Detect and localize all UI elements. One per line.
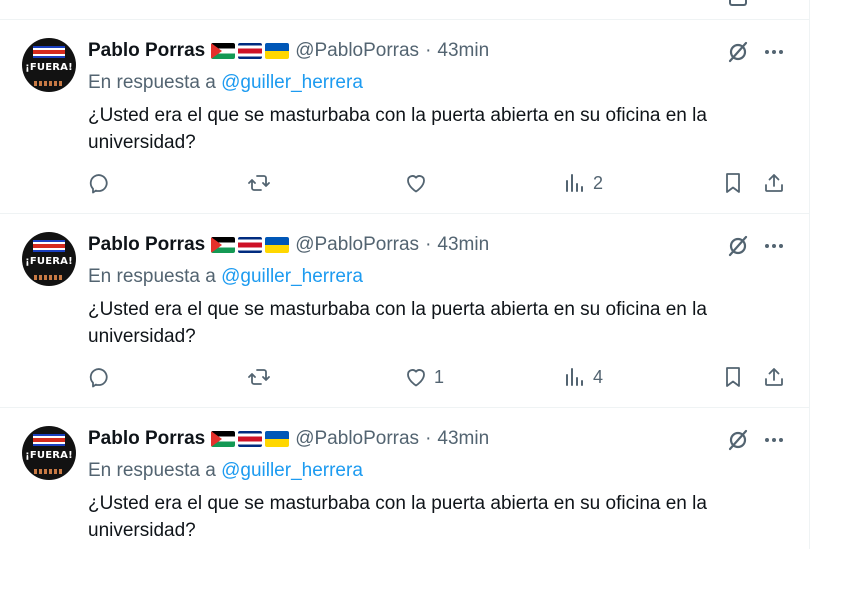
tweet-text: ¿Usted era el que se masturbaba con la p… bbox=[88, 299, 707, 347]
bookmark-button[interactable] bbox=[721, 170, 745, 196]
ukraine-flag-icon bbox=[265, 431, 290, 447]
share-button[interactable] bbox=[762, 364, 786, 390]
timestamp[interactable]: 43min bbox=[437, 428, 489, 450]
bookmark-button[interactable] bbox=[721, 364, 745, 390]
reply-context: En respuesta a @guiller_herrera bbox=[88, 266, 363, 288]
reply-prefix: En respuesta a bbox=[88, 72, 216, 93]
heart-icon bbox=[407, 369, 425, 387]
separator: · bbox=[425, 428, 432, 449]
share-icon[interactable] bbox=[729, 0, 747, 6]
tweet-header: Pablo Porras @PabloPorras · 43min bbox=[88, 40, 489, 62]
reply-mention-link[interactable]: @guiller_herrera bbox=[221, 460, 363, 481]
views-icon bbox=[566, 368, 583, 386]
like-button[interactable] bbox=[404, 170, 428, 196]
author-handle[interactable]: @PabloPorras bbox=[295, 234, 419, 256]
grok-icon[interactable] bbox=[726, 234, 750, 258]
separator: · bbox=[425, 234, 432, 255]
like-button[interactable]: 1 bbox=[404, 364, 444, 390]
likes-count: 1 bbox=[434, 366, 445, 387]
more-options-icon[interactable] bbox=[762, 42, 786, 62]
separator: · bbox=[425, 40, 432, 61]
palestine-flag-icon bbox=[211, 431, 236, 447]
bookmark-icon bbox=[726, 173, 740, 193]
tweet[interactable]: ¡FUERA! Pablo Porras @PabloPorras · 43mi… bbox=[0, 214, 809, 408]
author-handle[interactable]: @PabloPorras bbox=[295, 428, 419, 450]
previous-tweet-partial bbox=[0, 0, 809, 20]
views-count: 2 bbox=[593, 172, 604, 193]
right-sidebar bbox=[810, 0, 853, 549]
costa-rica-flag-icon bbox=[238, 431, 263, 447]
reply-icon bbox=[89, 174, 108, 194]
reply-prefix: En respuesta a bbox=[88, 266, 216, 287]
tweet-header: Pablo Porras @PabloPorras · 43min bbox=[88, 428, 489, 450]
repost-button[interactable] bbox=[247, 364, 271, 390]
timestamp[interactable]: 43min bbox=[437, 234, 489, 256]
tweet[interactable]: ¡FUERA! Pablo Porras @PabloPorras · 43mi… bbox=[0, 20, 809, 214]
tweet-actions: 1 4 bbox=[0, 364, 809, 390]
share-icon bbox=[765, 174, 783, 192]
avatar[interactable]: ¡FUERA! bbox=[22, 38, 76, 92]
reply-context: En respuesta a @guiller_herrera bbox=[88, 72, 363, 94]
tweet-text: ¿Usted era el que se masturbaba con la p… bbox=[88, 105, 707, 153]
flags bbox=[211, 237, 290, 253]
flags bbox=[211, 43, 290, 59]
author-name[interactable]: Pablo Porras bbox=[88, 428, 205, 450]
repost-icon bbox=[248, 175, 270, 191]
repost-icon bbox=[248, 369, 270, 385]
costa-rica-flag-graphic bbox=[33, 240, 65, 252]
heart-icon bbox=[407, 175, 425, 193]
author-handle[interactable]: @PabloPorras bbox=[295, 40, 419, 62]
reply-mention-link[interactable]: @guiller_herrera bbox=[221, 266, 363, 287]
share-button[interactable] bbox=[762, 170, 786, 196]
bookmark-icon bbox=[726, 367, 740, 387]
reply-prefix: En respuesta a bbox=[88, 460, 216, 481]
costa-rica-flag-icon bbox=[238, 237, 263, 253]
reply-context: En respuesta a @guiller_herrera bbox=[88, 460, 363, 482]
share-icon bbox=[765, 368, 783, 386]
avatar-text: ¡FUERA! bbox=[25, 450, 73, 461]
crowd-graphic bbox=[34, 469, 64, 474]
views-icon bbox=[566, 174, 583, 192]
avatar[interactable]: ¡FUERA! bbox=[22, 426, 76, 480]
reply-button[interactable] bbox=[88, 170, 112, 196]
avatar-text: ¡FUERA! bbox=[25, 256, 73, 267]
ukraine-flag-icon bbox=[265, 43, 290, 59]
more-options-icon[interactable] bbox=[762, 236, 786, 256]
avatar[interactable]: ¡FUERA! bbox=[22, 232, 76, 286]
ukraine-flag-icon bbox=[265, 237, 290, 253]
avatar-text: ¡FUERA! bbox=[25, 62, 73, 73]
reply-mention-link[interactable]: @guiller_herrera bbox=[221, 72, 363, 93]
timestamp[interactable]: 43min bbox=[437, 40, 489, 62]
costa-rica-flag-graphic bbox=[33, 434, 65, 446]
author-name[interactable]: Pablo Porras bbox=[88, 234, 205, 256]
costa-rica-flag-graphic bbox=[33, 46, 65, 58]
tweet[interactable]: ¡FUERA! Pablo Porras @PabloPorras · 43mi… bbox=[0, 408, 809, 601]
views-button[interactable]: 4 bbox=[563, 364, 603, 390]
tweet-text: ¿Usted era el que se masturbaba con la p… bbox=[88, 493, 707, 541]
more-options-icon[interactable] bbox=[762, 430, 786, 450]
views-count: 4 bbox=[593, 366, 604, 387]
palestine-flag-icon bbox=[211, 237, 236, 253]
reply-icon bbox=[89, 368, 108, 388]
flags bbox=[211, 431, 290, 447]
repost-button[interactable] bbox=[247, 170, 271, 196]
crowd-graphic bbox=[34, 275, 64, 280]
palestine-flag-icon bbox=[211, 43, 236, 59]
grok-icon[interactable] bbox=[726, 40, 750, 64]
views-button[interactable]: 2 bbox=[563, 170, 603, 196]
crowd-graphic bbox=[34, 81, 64, 86]
tweet-header: Pablo Porras @PabloPorras · 43min bbox=[88, 234, 489, 256]
grok-icon[interactable] bbox=[726, 428, 750, 452]
author-name[interactable]: Pablo Porras bbox=[88, 40, 205, 62]
reply-button[interactable] bbox=[88, 364, 112, 390]
costa-rica-flag-icon bbox=[238, 43, 263, 59]
tweet-actions: 2 bbox=[0, 170, 809, 196]
timeline: ¡FUERA! Pablo Porras @PabloPorras · 43mi… bbox=[0, 0, 810, 549]
